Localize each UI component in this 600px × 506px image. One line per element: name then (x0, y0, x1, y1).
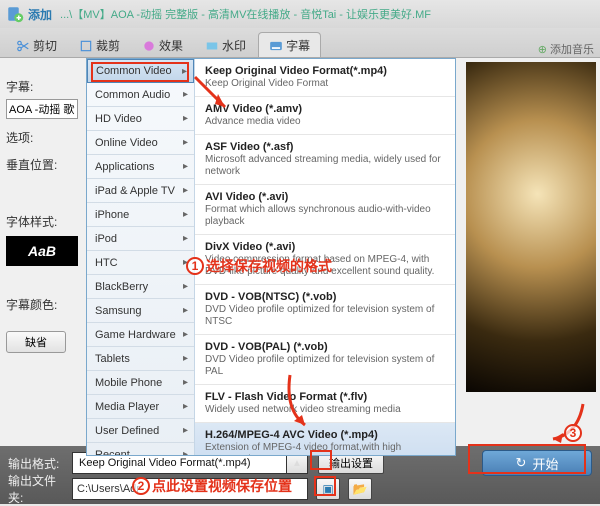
category-item[interactable]: Media Player▸ (87, 395, 194, 419)
format-item[interactable]: ASF Video (*.asf)Microsoft advanced stre… (195, 135, 455, 185)
subtitle-label: 字幕: (6, 78, 78, 95)
chevron-right-icon: ▸ (183, 209, 188, 220)
category-item[interactable]: Recent▸ (87, 443, 194, 455)
chevron-right-icon: ▸ (183, 425, 188, 436)
open-folder-icon: 📂 (353, 482, 368, 496)
category-item[interactable]: Tablets▸ (87, 347, 194, 371)
titlebar: 添加 ...\【MV】AOA -动摇 完整版 - 高清MV在线播放 - 音悦Ta… (0, 0, 600, 28)
format-item[interactable]: AVI Video (*.avi)Format which allows syn… (195, 185, 455, 235)
subtitle-input[interactable] (6, 99, 78, 119)
category-item[interactable]: HD Video▸ (87, 107, 194, 131)
add-file-icon (6, 5, 24, 23)
preview-frame (466, 62, 596, 392)
chevron-right-icon: ▸ (182, 66, 187, 77)
chevron-right-icon: ▸ (183, 113, 188, 124)
plus-music-icon: ⊕ (538, 43, 547, 56)
titlebar-filepath: ...\【MV】AOA -动摇 完整版 - 高清MV在线播放 - 音悦Tai -… (60, 6, 431, 22)
chevron-right-icon: ▸ (183, 401, 188, 412)
chevron-right-icon: ▸ (183, 233, 188, 244)
chevron-right-icon: ▸ (183, 161, 188, 172)
tab-bar: 剪切 裁剪 效果 水印 字幕 ⊕添加音乐 (0, 28, 600, 58)
effect-icon (142, 39, 156, 53)
category-item[interactable]: iPod▸ (87, 227, 194, 251)
format-item[interactable]: FLV - Flash Video Format (*.flv)Widely u… (195, 385, 455, 423)
chevron-right-icon: ▸ (183, 89, 188, 100)
chevron-right-icon: ▸ (183, 137, 188, 148)
category-item[interactable]: Common Audio▸ (87, 83, 194, 107)
font-sample: AaB (6, 236, 78, 266)
video-preview (466, 62, 596, 392)
folder-icon: ▣ (322, 482, 333, 496)
category-item[interactable]: Online Video▸ (87, 131, 194, 155)
tab-effect[interactable]: 效果 (132, 33, 193, 57)
add-music-button[interactable]: ⊕添加音乐 (532, 41, 600, 57)
category-item[interactable]: HTC▸ (87, 251, 194, 275)
scissors-icon (16, 39, 30, 53)
format-category-list: Common Video▸Common Audio▸HD Video▸Onlin… (87, 59, 195, 455)
category-item[interactable]: User Defined▸ (87, 419, 194, 443)
chevron-right-icon: ▸ (183, 449, 188, 455)
tab-watermark[interactable]: 水印 (195, 33, 256, 57)
format-item[interactable]: DVD - VOB(NTSC) (*.vob)DVD Video profile… (195, 285, 455, 335)
default-button[interactable]: 缺省 (6, 331, 66, 353)
format-item[interactable]: H.264/MPEG-4 AVC Video (*.mp4)Extension … (195, 423, 455, 455)
watermark-icon (205, 39, 219, 53)
browse-folder-button[interactable]: ▣ (316, 478, 340, 500)
refresh-icon: ↻ (516, 455, 527, 471)
output-folder-label: 输出文件夹: (8, 472, 68, 506)
chevron-right-icon: ▸ (183, 353, 188, 364)
output-format-label: 输出格式: (8, 455, 68, 472)
tab-trim[interactable]: 裁剪 (69, 33, 130, 57)
chevron-right-icon: ▸ (183, 281, 188, 292)
category-item[interactable]: Applications▸ (87, 155, 194, 179)
chevron-right-icon: ▸ (183, 377, 188, 388)
open-folder-button[interactable]: 📂 (348, 478, 372, 500)
category-item[interactable]: Common Video▸ (87, 59, 194, 83)
category-item[interactable]: Game Hardware▸ (87, 323, 194, 347)
start-button[interactable]: ↻开始 (482, 450, 592, 476)
format-dropdown-panel: Common Video▸Common Audio▸HD Video▸Onlin… (86, 58, 456, 456)
category-item[interactable]: Mobile Phone▸ (87, 371, 194, 395)
format-item[interactable]: AMV Video (*.amv)Advance media video (195, 97, 455, 135)
fontstyle-label: 字体样式: (6, 213, 78, 230)
category-item[interactable]: BlackBerry▸ (87, 275, 194, 299)
vertical-position-label: 垂直位置: (6, 156, 78, 173)
output-folder-path[interactable]: C:\Users\Adr (72, 478, 308, 500)
format-list: Keep Original Video Format(*.mp4)Keep Or… (195, 59, 455, 455)
crop-icon (79, 39, 93, 53)
tab-cut[interactable]: 剪切 (6, 33, 67, 57)
tab-subtitle[interactable]: 字幕 (258, 32, 321, 57)
format-item[interactable]: Keep Original Video Format(*.mp4)Keep Or… (195, 59, 455, 97)
format-item[interactable]: DivX Video (*.avi)Video compression form… (195, 235, 455, 285)
subtitle-icon (269, 39, 283, 53)
category-item[interactable]: iPhone▸ (87, 203, 194, 227)
option-label: 选项: (6, 129, 78, 146)
category-item[interactable]: Samsung▸ (87, 299, 194, 323)
chevron-right-icon: ▸ (183, 257, 188, 268)
chevron-right-icon: ▸ (183, 329, 188, 340)
category-item[interactable]: iPad & Apple TV▸ (87, 179, 194, 203)
chevron-right-icon: ▸ (183, 305, 188, 316)
subtitle-settings-panel: 字幕: 选项: 垂直位置: 字体样式: AaB 字幕颜色: 缺省 (0, 58, 84, 446)
main-area: 字幕: 选项: 垂直位置: 字体样式: AaB 字幕颜色: 缺省 Common … (0, 58, 600, 446)
titlebar-add-label: 添加 (28, 6, 52, 23)
fontcolor-label: 字幕颜色: (6, 296, 78, 313)
chevron-right-icon: ▸ (183, 185, 188, 196)
format-item[interactable]: DVD - VOB(PAL) (*.vob)DVD Video profile … (195, 335, 455, 385)
triangle-up-icon: ▲ (292, 458, 302, 469)
